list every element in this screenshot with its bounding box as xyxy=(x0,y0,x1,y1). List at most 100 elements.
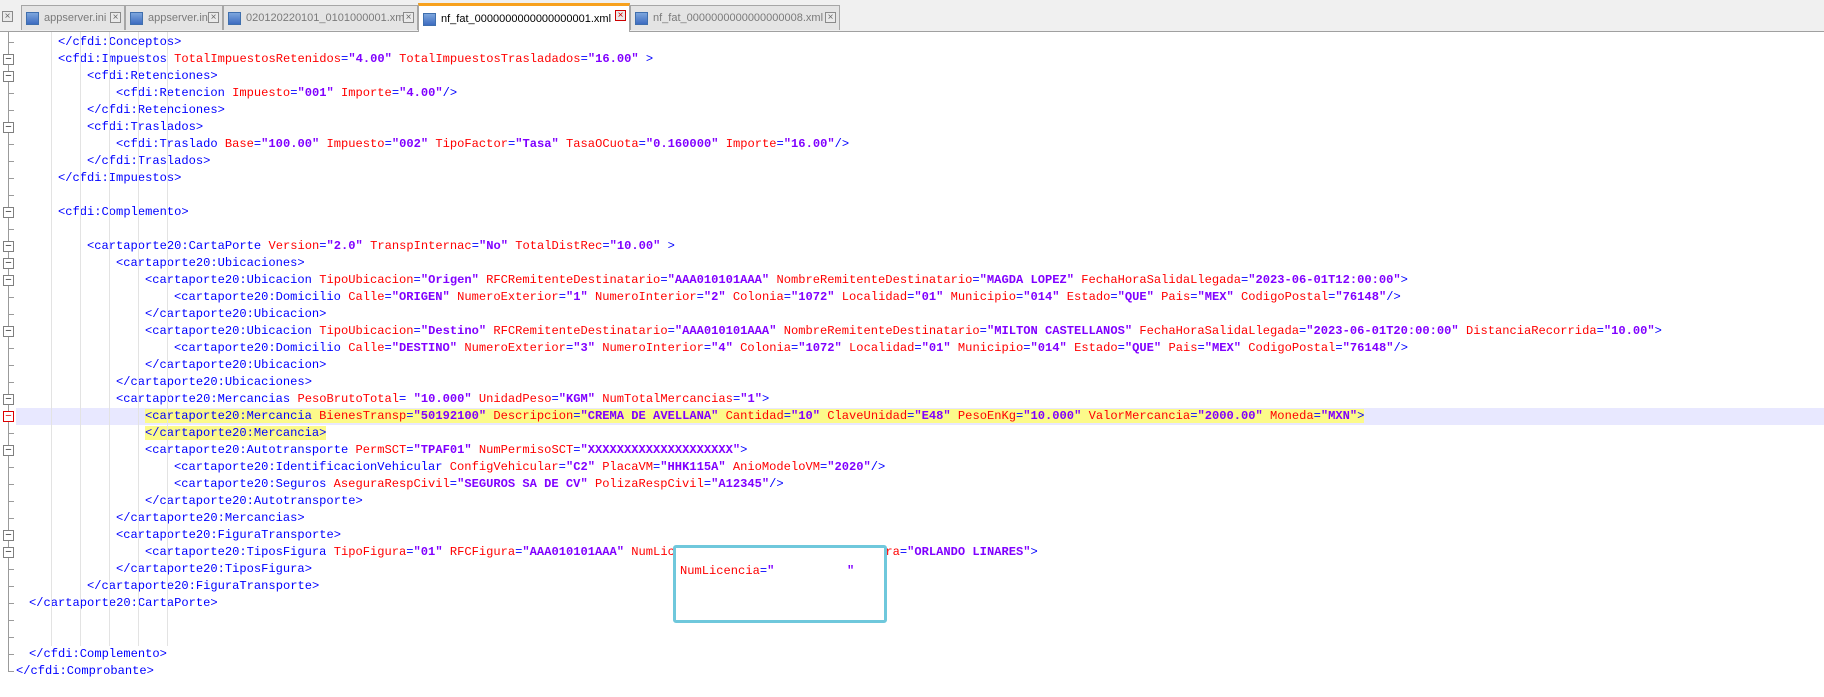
code-line[interactable]: </cfdi:Conceptos> xyxy=(16,34,1824,51)
code-line[interactable]: <cartaporte20:IdentificacionVehicular Co… xyxy=(16,459,1824,476)
fold-toggle-icon[interactable]: − xyxy=(3,258,14,269)
fold-toggle-icon[interactable]: − xyxy=(3,122,14,133)
xml-value: "AAA010101AAA" xyxy=(667,273,770,287)
xml-tag: = xyxy=(384,137,392,151)
code-line[interactable]: </cartaporte20:TiposFigura> xyxy=(16,561,1824,578)
close-icon[interactable]: × xyxy=(2,11,13,22)
code-line[interactable]: <cartaporte20:Ubicaciones> xyxy=(16,255,1824,272)
code-line[interactable] xyxy=(16,221,1824,238)
xml-attribute: TotalImpuestosRetenidos xyxy=(174,52,342,66)
code-line[interactable]: <cfdi:Retencion Impuesto="001" Importe="… xyxy=(16,85,1824,102)
fold-toggle-icon[interactable]: − xyxy=(3,445,14,456)
fold-toggle-icon[interactable]: − xyxy=(3,241,14,252)
code-line[interactable]: <cartaporte20:Autotransporte PermSCT="TP… xyxy=(16,442,1824,459)
code-line[interactable]: <cartaporte20:FiguraTransporte> xyxy=(16,527,1824,544)
xml-value: "SEGUROS SA DE CV" xyxy=(457,477,588,491)
code-line[interactable]: <cfdi:Retenciones> xyxy=(16,68,1824,85)
xml-value: "XXXXXXXXXXXXXXXXXXXX" xyxy=(580,443,741,457)
code-line[interactable]: <cfdi:Complemento> xyxy=(16,204,1824,221)
code-line[interactable]: </cartaporte20:Mercancias> xyxy=(16,510,1824,527)
xml-value: "C2" xyxy=(565,460,595,474)
code-line[interactable]: <cfdi:Traslado Base="100.00" Impuesto="0… xyxy=(16,136,1824,153)
xml-tag: = xyxy=(914,341,922,355)
xml-tag: /> xyxy=(1393,341,1408,355)
fold-toggle-icon[interactable]: − xyxy=(3,275,14,286)
indent-guide xyxy=(51,32,52,646)
code-editor[interactable]: − − − − − − − − − − − − − </cfdi:Conceptos> <cfdi:Imp… xyxy=(0,32,1824,697)
xml-attribute: Descripcion xyxy=(486,409,574,423)
close-icon[interactable]: × xyxy=(615,10,626,21)
xml-attribute: TotalDistRec xyxy=(507,239,603,253)
xml-value: "16.00" xyxy=(783,137,835,151)
xml-attribute: Impuesto xyxy=(232,86,291,100)
xml-value: "014" xyxy=(1023,290,1060,304)
tab-nf-fat-8-xml[interactable]: nf_fat_0000000000000000008.xml × xyxy=(630,5,840,30)
xml-value: "Destino" xyxy=(420,324,487,338)
fold-toggle-icon[interactable]: − xyxy=(3,411,14,422)
code-line[interactable]: <cfdi:Impuestos TotalImpuestosRetenidos =… xyxy=(16,51,1824,68)
fold-toggle-icon[interactable]: − xyxy=(3,71,14,82)
xml-value: "1072" xyxy=(790,290,835,304)
code-line[interactable] xyxy=(16,629,1824,646)
tab-nf-fat-1-xml[interactable]: nf_fat_0000000000000000001.xml × xyxy=(418,3,630,32)
fold-toggle-icon[interactable]: − xyxy=(3,207,14,218)
xml-value: "014" xyxy=(1030,341,1067,355)
code-line[interactable]: <cartaporte20:Seguros AseguraRespCivil="… xyxy=(16,476,1824,493)
code-line[interactable]: </cfdi:Complemento> xyxy=(16,646,1824,663)
code-line[interactable]: </cfdi:Traslados> xyxy=(16,153,1824,170)
code-line[interactable]: </cartaporte20:Ubicacion> xyxy=(16,306,1824,323)
xml-tag: = xyxy=(783,409,791,423)
code-line[interactable]: <cartaporte20:CartaPorte Version="2.0" T… xyxy=(16,238,1824,255)
xml-tag: = xyxy=(972,273,980,287)
code-line[interactable]: </cartaporte20:Ubicaciones> xyxy=(16,374,1824,391)
fold-toggle-icon[interactable]: − xyxy=(3,54,14,65)
xml-tag: /> xyxy=(870,460,886,474)
close-icon[interactable]: × xyxy=(110,12,121,23)
code-line[interactable] xyxy=(16,612,1824,629)
xml-value: "A12345" xyxy=(711,477,770,491)
xml-attribute: Calle xyxy=(348,290,385,304)
xml-value: "001" xyxy=(297,86,334,100)
tab-020120220101-xml[interactable]: 020120220101_0101000001.xml × xyxy=(223,5,418,30)
xml-attribute: TipoFigura xyxy=(333,545,407,559)
xml-tag: </cfdi:Conceptos> xyxy=(58,35,182,49)
xml-attribute: Pais xyxy=(1161,341,1198,355)
xml-value: "2023-06-01T20:00:00" xyxy=(1306,324,1459,338)
code-line[interactable]: <cartaporte20:Domicilio Calle="DESTINO" … xyxy=(16,340,1824,357)
tab-appserver-ini-2[interactable]: appserver.ini × xyxy=(125,5,223,30)
fold-toggle-icon[interactable]: − xyxy=(3,326,14,337)
code-line[interactable]: <cfdi:Traslados> xyxy=(16,119,1824,136)
tab-appserver-ini-1[interactable]: appserver.ini × xyxy=(21,5,125,30)
code-line[interactable]: </cartaporte20:FiguraTransporte> xyxy=(16,578,1824,595)
code-line[interactable]: </cartaporte20:Mercancia> xyxy=(16,425,1824,442)
code-line[interactable]: </cartaporte20:CartaPorte> xyxy=(16,595,1824,612)
code-line[interactable]: <cartaporte20:TiposFigura TipoFigura="01… xyxy=(16,544,1824,561)
code-line[interactable]: </cfdi:Impuestos> xyxy=(16,170,1824,187)
code-line[interactable]: <cartaporte20:Ubicacion TipoUbicacion="D… xyxy=(16,323,1824,340)
code-line[interactable]: </cfdi:Retenciones> xyxy=(16,102,1824,119)
code-line[interactable] xyxy=(16,187,1824,204)
code-line[interactable]: <cartaporte20:Ubicacion TipoUbicacion="O… xyxy=(16,272,1824,289)
fold-toggle-icon[interactable]: − xyxy=(3,530,14,541)
close-icon[interactable]: × xyxy=(208,12,219,23)
xml-tag: = xyxy=(384,341,392,355)
xml-value: "Tasa" xyxy=(515,137,559,151)
xml-tag: <cfdi:Traslado xyxy=(116,137,225,151)
code-line[interactable]: <cartaporte20:Mercancias PesoBrutoTotal=… xyxy=(16,391,1824,408)
xml-tag: </cfdi:Comprobante> xyxy=(16,664,154,678)
code-line[interactable]: </cartaporte20:Ubicacion> xyxy=(16,357,1824,374)
xml-value: "MEX" xyxy=(1197,290,1234,304)
xml-value: "76148" xyxy=(1335,290,1387,304)
close-icon[interactable]: × xyxy=(825,12,836,23)
close-icon[interactable]: × xyxy=(403,12,414,23)
xml-tag: </cartaporte20:TiposFigura> xyxy=(116,562,312,576)
code-line[interactable]: </cartaporte20:Autotransporte> xyxy=(16,493,1824,510)
fold-toggle-icon[interactable]: − xyxy=(3,547,14,558)
code-line[interactable]: <cartaporte20:Domicilio Calle="ORIGEN" N… xyxy=(16,289,1824,306)
xml-tag: <cfdi:Complemento> xyxy=(58,205,189,219)
fold-toggle-icon[interactable]: − xyxy=(3,394,14,405)
code-line[interactable]: <cartaporte20:Mercancia BienesTransp="50… xyxy=(16,408,1824,425)
code-line[interactable]: </cfdi:Comprobante> xyxy=(16,663,1824,680)
xml-tag: = xyxy=(406,545,414,559)
xml-attribute: CodigoPostal xyxy=(1241,341,1336,355)
